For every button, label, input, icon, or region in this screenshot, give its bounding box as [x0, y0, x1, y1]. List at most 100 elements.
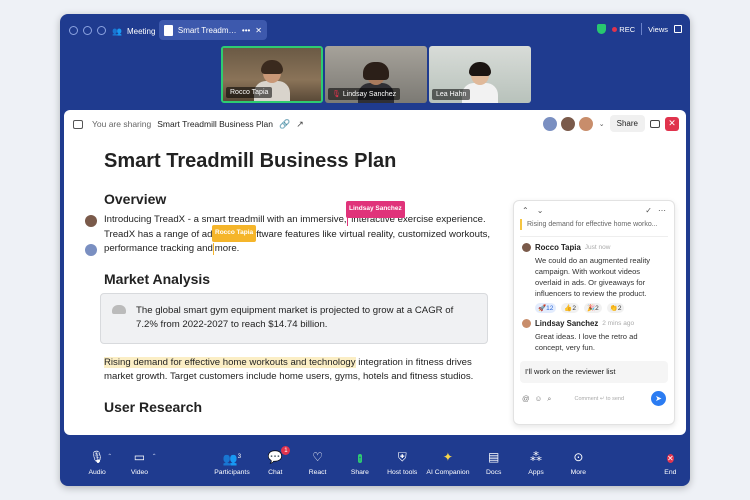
- encryption-shield-icon[interactable]: [597, 24, 607, 34]
- emoji-icon[interactable]: ☺: [535, 394, 543, 403]
- send-button[interactable]: ➤: [651, 391, 666, 406]
- share-button[interactable]: Share: [609, 115, 645, 132]
- chevron-down-icon[interactable]: ⌄: [537, 206, 544, 215]
- avatar[interactable]: [559, 115, 576, 132]
- title-bar: 👥 Meeting Smart Treadmill... ••• ✕ REC V…: [60, 14, 690, 46]
- docs-label: Docs: [485, 469, 502, 476]
- video-name-label: 🎙 Lindsay Sanchez: [328, 88, 401, 100]
- microphone-icon: 🎙: [89, 450, 105, 464]
- reaction-chip[interactable]: 👍2: [561, 303, 580, 313]
- market-paragraph: Rising demand for effective home workout…: [104, 356, 494, 385]
- close-window-button[interactable]: [69, 26, 78, 35]
- heading-overview: Overview: [104, 191, 167, 207]
- avatar: [522, 243, 531, 252]
- end-label: End: [664, 469, 677, 476]
- text-run: nced software features like virtual real…: [222, 228, 491, 240]
- video-tile-lea[interactable]: Lea Hahn: [429, 46, 531, 103]
- video-name-label: Lea Hahn: [432, 89, 471, 100]
- video-name-label: Rocco Tapia: [226, 87, 273, 98]
- heading-market-analysis: Market Analysis: [104, 270, 211, 287]
- end-call-icon: ✕: [667, 454, 674, 463]
- comments-panel: ⌃ ⌄ ✓ ⋯ Rising demand for effective home…: [513, 200, 675, 425]
- react-label: React: [308, 469, 327, 476]
- chat-button[interactable]: 💬 1 Chat: [254, 446, 296, 476]
- docs-button[interactable]: ▤ Docs: [473, 450, 515, 476]
- comment-tools: @ ☺ ⌕ Comment ↵ to send ➤: [514, 383, 674, 414]
- host-tools-button[interactable]: ⛨ Host tools: [381, 450, 423, 476]
- cursor-line-rocco: [212, 243, 214, 255]
- end-button[interactable]: ✕ End: [651, 450, 690, 476]
- more-icon[interactable]: ⋯: [658, 206, 666, 215]
- comment-time: Just now: [584, 244, 611, 251]
- tab-meeting[interactable]: 👥 Meeting: [112, 22, 155, 40]
- document-icon: [164, 24, 173, 36]
- apps-button[interactable]: ⁂ Apps: [515, 450, 557, 476]
- comment-icon[interactable]: [650, 119, 660, 128]
- reaction-chip[interactable]: 🚀12: [535, 303, 557, 313]
- shared-doc-title: Smart Treadmill Business Plan: [157, 119, 273, 129]
- chevron-down-icon[interactable]: ⌄: [599, 120, 605, 128]
- react-button[interactable]: ♡ React: [296, 450, 338, 476]
- meeting-toolbar: 🎙 ⌃ Audio ▭ ⌃ Video 👥3 Participants 💬 1 …: [60, 446, 690, 486]
- comment-input[interactable]: I'll work on the reviewer list: [520, 361, 668, 383]
- audio-label: Audio: [88, 469, 106, 476]
- avatar[interactable]: [577, 115, 594, 132]
- ai-companion-button[interactable]: ✦ AI Companion: [423, 450, 472, 476]
- chat-badge: 1: [281, 446, 291, 455]
- highlighted-text[interactable]: Rising demand for effective home workout…: [104, 356, 356, 368]
- comment-body: We could do an augmented reality campaig…: [535, 256, 651, 298]
- resolve-check-icon[interactable]: ✓: [645, 206, 652, 215]
- link-icon[interactable]: 🔗: [279, 119, 290, 130]
- comment-quote: Rising demand for effective home worko..…: [520, 219, 668, 230]
- sneaker-icon: [112, 304, 126, 314]
- video-label: Video: [130, 469, 149, 476]
- chevron-up-icon[interactable]: ⌃: [522, 206, 529, 215]
- share-screen-button[interactable]: ↑ Share: [339, 450, 381, 476]
- callout-block: The global smart gym equipment market is…: [100, 292, 488, 344]
- shared-document: You are sharing Smart Treadmill Business…: [64, 110, 686, 435]
- video-button[interactable]: ▭ ⌃ Video: [118, 450, 160, 476]
- mention-icon[interactable]: @: [522, 394, 530, 403]
- sidebar-toggle-icon[interactable]: [73, 119, 83, 129]
- caret-up-icon[interactable]: ⌃: [152, 453, 157, 460]
- minimize-window-button[interactable]: [83, 26, 92, 35]
- overview-paragraph: Introducing TreadX - a smart treadmill w…: [85, 201, 494, 257]
- avatar: [85, 244, 97, 256]
- cursor-label-rocco: Rocco Tapia: [212, 225, 257, 242]
- video-tile-lindsay[interactable]: 🎙 Lindsay Sanchez: [325, 46, 427, 103]
- tab-document-label: Smart Treadmill...: [177, 25, 237, 35]
- more-icon[interactable]: •••: [242, 26, 250, 35]
- reaction-chip[interactable]: 🎉2: [584, 303, 602, 313]
- title-bar-right: REC Views: [597, 23, 682, 35]
- text-run: Introducing TreadX - a smart treadmill w…: [104, 214, 347, 225]
- reaction-chip[interactable]: 👏2: [606, 303, 625, 313]
- comments-header: ⌃ ⌄ ✓ ⋯: [514, 201, 674, 219]
- cursor-label-lindsay: Lindsay Sanchez: [346, 201, 405, 218]
- document-body: Smart Treadmill Business Plan Overview I…: [85, 150, 494, 421]
- attach-icon[interactable]: ⌕: [547, 394, 551, 404]
- close-tab-icon[interactable]: ✕: [255, 26, 262, 35]
- heart-icon: ♡: [312, 450, 323, 464]
- stop-sharing-button[interactable]: ✕: [665, 116, 679, 131]
- views-icon[interactable]: [674, 25, 682, 33]
- tab-document[interactable]: Smart Treadmill... ••• ✕: [159, 20, 267, 40]
- avatar[interactable]: [541, 115, 558, 132]
- open-external-icon[interactable]: ↗: [296, 119, 304, 130]
- sharing-bar: You are sharing Smart Treadmill Business…: [64, 110, 686, 138]
- comment-author: Rocco Tapia: [535, 243, 581, 252]
- rec-indicator[interactable]: REC: [612, 25, 635, 34]
- reaction-row: 🚀12 👍2 🎉2 👏2: [535, 303, 666, 313]
- caret-up-icon[interactable]: ⌃: [107, 453, 112, 460]
- views-label[interactable]: Views: [648, 25, 668, 34]
- more-button[interactable]: ⊙ More: [557, 450, 599, 476]
- maximize-window-button[interactable]: [97, 26, 106, 35]
- send-hint: Comment ↵ to send: [574, 395, 625, 402]
- video-tile-rocco[interactable]: Rocco Tapia: [221, 46, 323, 103]
- people-icon: 👥: [112, 26, 122, 36]
- participant-video-strip: Rocco Tapia 🎙 Lindsay Sanchez Lea Hahn: [221, 46, 531, 103]
- audio-button[interactable]: 🎙 ⌃ Audio: [76, 450, 118, 476]
- text-run: more.: [214, 243, 240, 254]
- participants-icon: 👥3: [222, 452, 242, 466]
- chat-label: Chat: [268, 469, 283, 476]
- participants-button[interactable]: 👥3 Participants: [210, 450, 254, 476]
